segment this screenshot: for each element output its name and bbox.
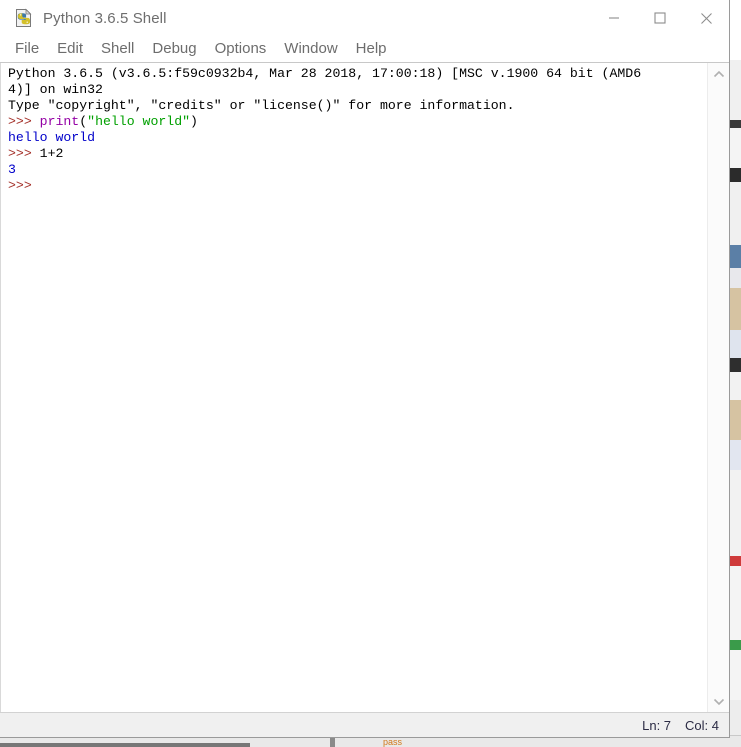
- vertical-scrollbar[interactable]: [707, 63, 729, 712]
- python-file-icon: [14, 8, 34, 28]
- minimize-icon: [609, 17, 619, 19]
- close-icon: [700, 12, 712, 24]
- chevron-up-icon: [713, 70, 724, 77]
- shell-token-output: hello world: [8, 130, 96, 145]
- shell-line: Python 3.6.5 (v3.6.5:f59c0932b4, Mar 28 …: [8, 66, 707, 82]
- shell-token-black: 4)] on win32: [8, 82, 103, 97]
- shell-token-black: (: [79, 114, 88, 129]
- shell-token-output: 3: [8, 162, 16, 177]
- scroll-down-button[interactable]: [708, 690, 730, 712]
- shell-token-prompt: >>>: [8, 146, 40, 161]
- menu-item-file[interactable]: File: [6, 39, 48, 60]
- shell-token-prompt: >>>: [8, 114, 40, 129]
- shell-token-black: Type "copyright", "credits" or "license(…: [8, 98, 515, 113]
- maximize-button[interactable]: [637, 0, 683, 36]
- shell-token-prompt: >>>: [8, 178, 32, 193]
- menu-item-edit[interactable]: Edit: [48, 39, 92, 60]
- scroll-up-button[interactable]: [708, 63, 730, 85]
- shell-token-black: 1+2: [39, 146, 64, 161]
- shell-token-string: "hello world": [87, 114, 191, 129]
- shell-token-black: Python 3.6.5 (v3.6.5:f59c0932b4, Mar 28 …: [8, 66, 642, 81]
- shell-line: Type "copyright", "credits" or "license(…: [8, 98, 707, 114]
- status-column-number: Col: 4: [685, 717, 719, 733]
- shell-line: hello world: [8, 130, 707, 146]
- shell-output-text[interactable]: Python 3.6.5 (v3.6.5:f59c0932b4, Mar 28 …: [1, 63, 707, 712]
- close-button[interactable]: [683, 0, 729, 36]
- shell-line: 4)] on win32: [8, 82, 707, 98]
- title-bar[interactable]: Python 3.6.5 Shell: [0, 0, 729, 36]
- shell-line: >>>: [8, 178, 707, 194]
- window-title: Python 3.6.5 Shell: [43, 9, 167, 27]
- status-line-number: Ln: 7: [642, 717, 672, 733]
- menu-item-options[interactable]: Options: [206, 39, 276, 60]
- background-taskbar-sliver: [0, 743, 250, 747]
- chevron-down-icon: [713, 698, 724, 705]
- shell-body: Python 3.6.5 (v3.6.5:f59c0932b4, Mar 28 …: [0, 63, 729, 712]
- menu-item-debug[interactable]: Debug: [143, 39, 205, 60]
- maximize-icon: [654, 12, 666, 24]
- minimize-button[interactable]: [591, 0, 637, 36]
- shell-token-builtin: print: [39, 114, 80, 129]
- shell-line: 3: [8, 162, 707, 178]
- menu-item-window[interactable]: Window: [275, 39, 346, 60]
- window-controls: [591, 0, 729, 36]
- menu-item-help[interactable]: Help: [347, 39, 396, 60]
- python-shell-window: Python 3.6.5 Shell File Edit Shell Debug…: [0, 0, 730, 738]
- menu-bar: File Edit Shell Debug Options Window Hel…: [0, 36, 729, 63]
- shell-line: >>> print("hello world"): [8, 114, 707, 130]
- background-window-right-sliver: [730, 0, 741, 747]
- status-bar: Ln: 7 Col: 4: [0, 712, 729, 737]
- shell-token-black: ): [190, 114, 198, 129]
- shell-line: >>> 1+2: [8, 146, 707, 162]
- menu-item-shell[interactable]: Shell: [92, 39, 143, 60]
